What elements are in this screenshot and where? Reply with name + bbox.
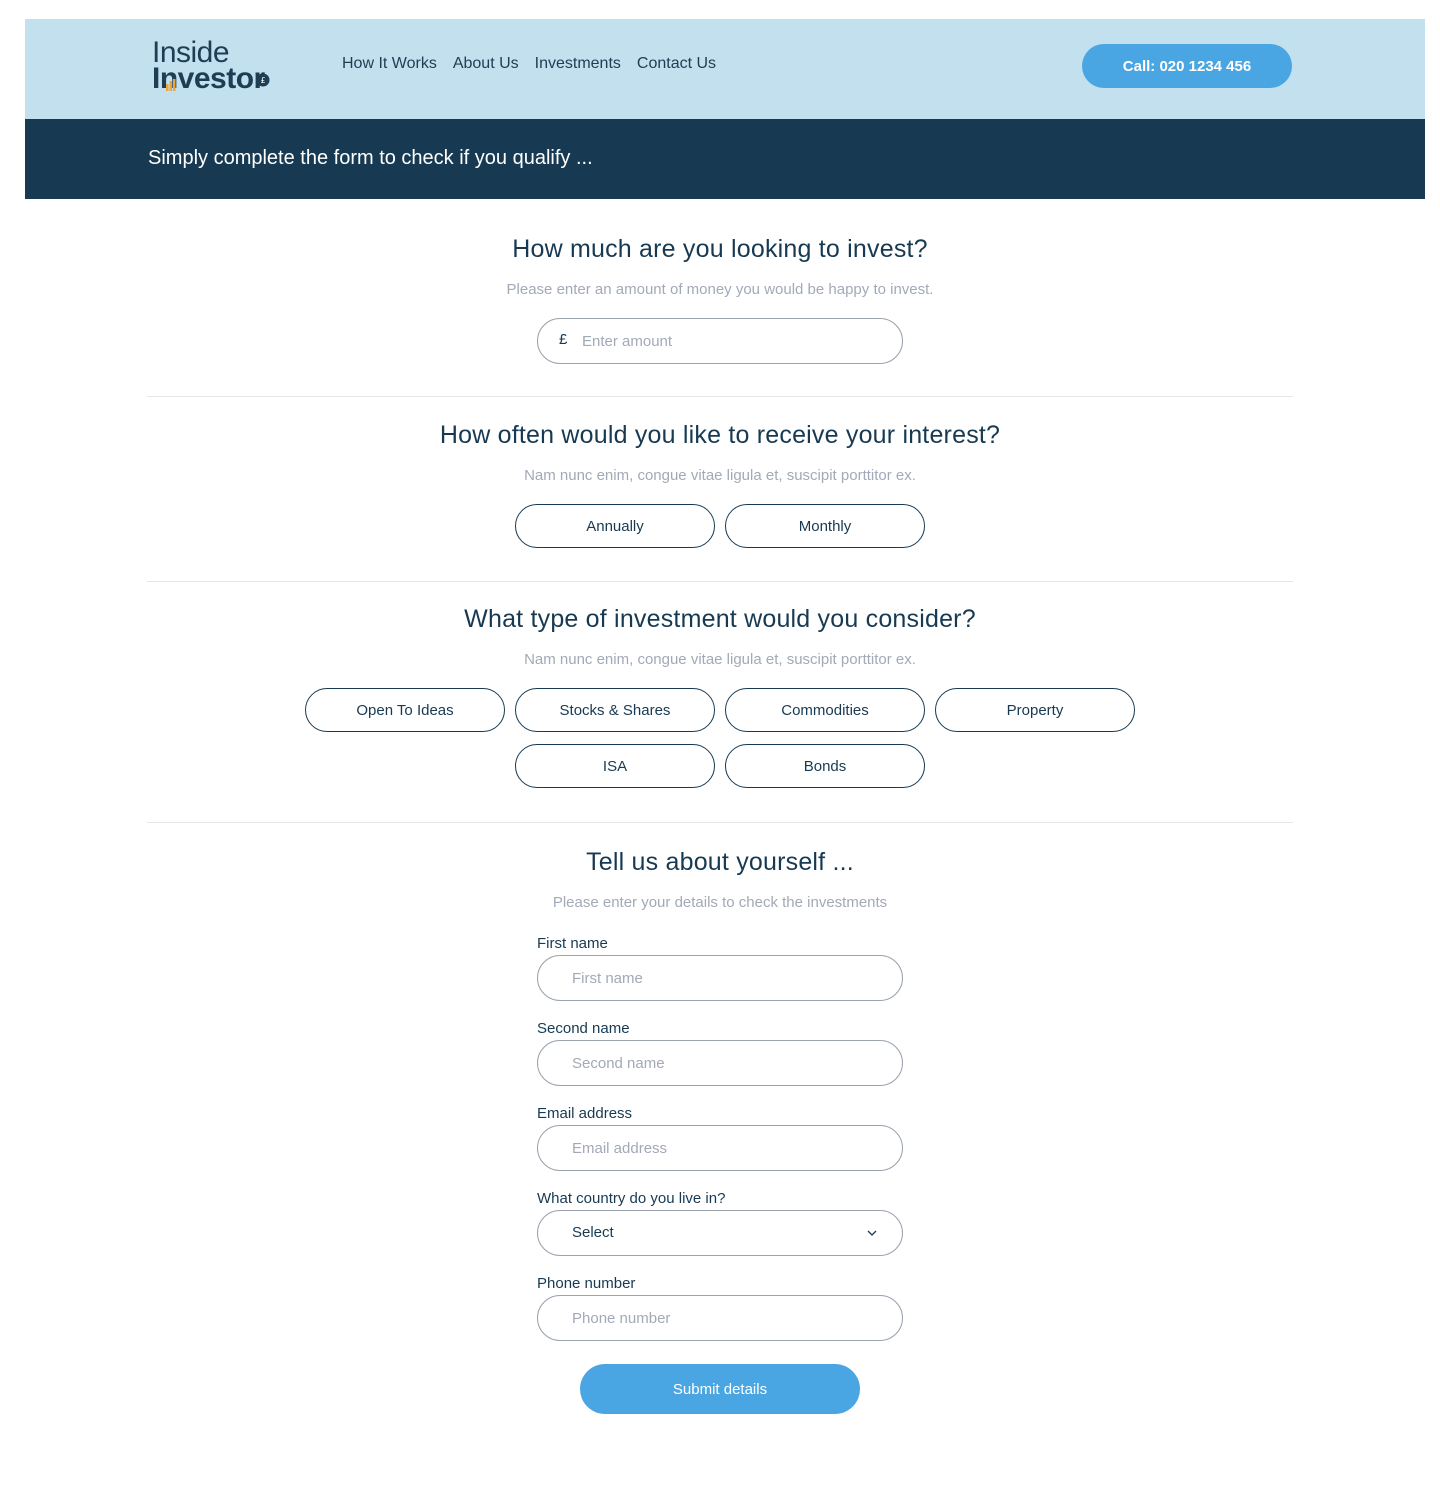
phone-input[interactable] (572, 1296, 882, 1340)
second-name-label: Second name (537, 1020, 630, 1037)
option-annually[interactable]: Annually (515, 504, 715, 548)
coin-icon: £ (256, 73, 270, 87)
about-you-title: Tell us about yourself ... (586, 848, 854, 876)
option-isa[interactable]: ISA (515, 744, 715, 788)
nav-contact-us[interactable]: Contact Us (637, 55, 716, 73)
option-bonds[interactable]: Bonds (725, 744, 925, 788)
option-commodities[interactable]: Commodities (725, 688, 925, 732)
interest-frequency-title: How often would you like to receive your… (439, 421, 1001, 449)
about-you-section: Tell us about yourself ... Please enter … (147, 823, 1293, 1414)
qualify-form: How much are you looking to invest? Plea… (147, 199, 1293, 1414)
option-property[interactable]: Property (935, 688, 1135, 732)
investment-type-options: Open To Ideas Stocks & Shares Commoditie… (300, 688, 1140, 788)
main-nav: How It Works About Us Investments Contac… (342, 55, 716, 73)
about-you-subtitle: Please enter your details to check the i… (552, 894, 888, 911)
country-select[interactable]: Select (537, 1210, 903, 1256)
investment-type-title: What type of investment would you consid… (464, 605, 976, 633)
country-select-value: Select (572, 1224, 614, 1241)
call-button[interactable]: Call: 020 1234 456 (1082, 44, 1292, 88)
logo[interactable]: Inside Investor £ (152, 38, 287, 94)
svg-text:£: £ (260, 76, 265, 85)
page-frame: Inside Investor £ How It Works About Us … (25, 19, 1425, 199)
amount-input[interactable] (582, 319, 882, 363)
invest-amount-title: How much are you looking to invest? (512, 235, 928, 263)
bar-chart-icon (166, 79, 176, 91)
phone-label: Phone number (537, 1275, 636, 1292)
intro-banner: Simply complete the form to check if you… (25, 119, 1425, 199)
nav-investments[interactable]: Investments (535, 55, 621, 73)
pound-sign: £ (559, 331, 568, 348)
email-field (537, 1125, 903, 1171)
banner-text: Simply complete the form to check if you… (148, 147, 593, 169)
interest-frequency-options: Annually Monthly (300, 504, 1140, 548)
investment-type-section: What type of investment would you consid… (147, 582, 1293, 822)
email-label: Email address (537, 1105, 633, 1122)
interest-frequency-section: How often would you like to receive your… (147, 397, 1293, 581)
email-input[interactable] (572, 1126, 882, 1170)
option-open-to-ideas[interactable]: Open To Ideas (305, 688, 505, 732)
interest-frequency-subtitle: Nam nunc enim, congue vitae ligula et, s… (524, 467, 916, 484)
option-stocks-shares[interactable]: Stocks & Shares (515, 688, 715, 732)
submit-button[interactable]: Submit details (580, 1364, 860, 1414)
site-header: Inside Investor £ How It Works About Us … (25, 19, 1425, 119)
details-form: First name Second name Email address Wha… (537, 935, 903, 1341)
second-name-field (537, 1040, 903, 1086)
investment-type-subtitle: Nam nunc enim, congue vitae ligula et, s… (524, 651, 916, 668)
country-label: What country do you live in? (537, 1190, 726, 1207)
amount-field: £ (537, 318, 903, 364)
option-monthly[interactable]: Monthly (725, 504, 925, 548)
invest-amount-section: How much are you looking to invest? Plea… (147, 199, 1293, 396)
first-name-field (537, 955, 903, 1001)
phone-field (537, 1295, 903, 1341)
invest-amount-subtitle: Please enter an amount of money you woul… (506, 281, 934, 298)
first-name-input[interactable] (572, 956, 882, 1000)
chevron-down-icon (867, 1230, 877, 1236)
nav-how-it-works[interactable]: How It Works (342, 55, 437, 73)
nav-about-us[interactable]: About Us (453, 55, 519, 73)
second-name-input[interactable] (572, 1041, 882, 1085)
first-name-label: First name (537, 935, 608, 952)
